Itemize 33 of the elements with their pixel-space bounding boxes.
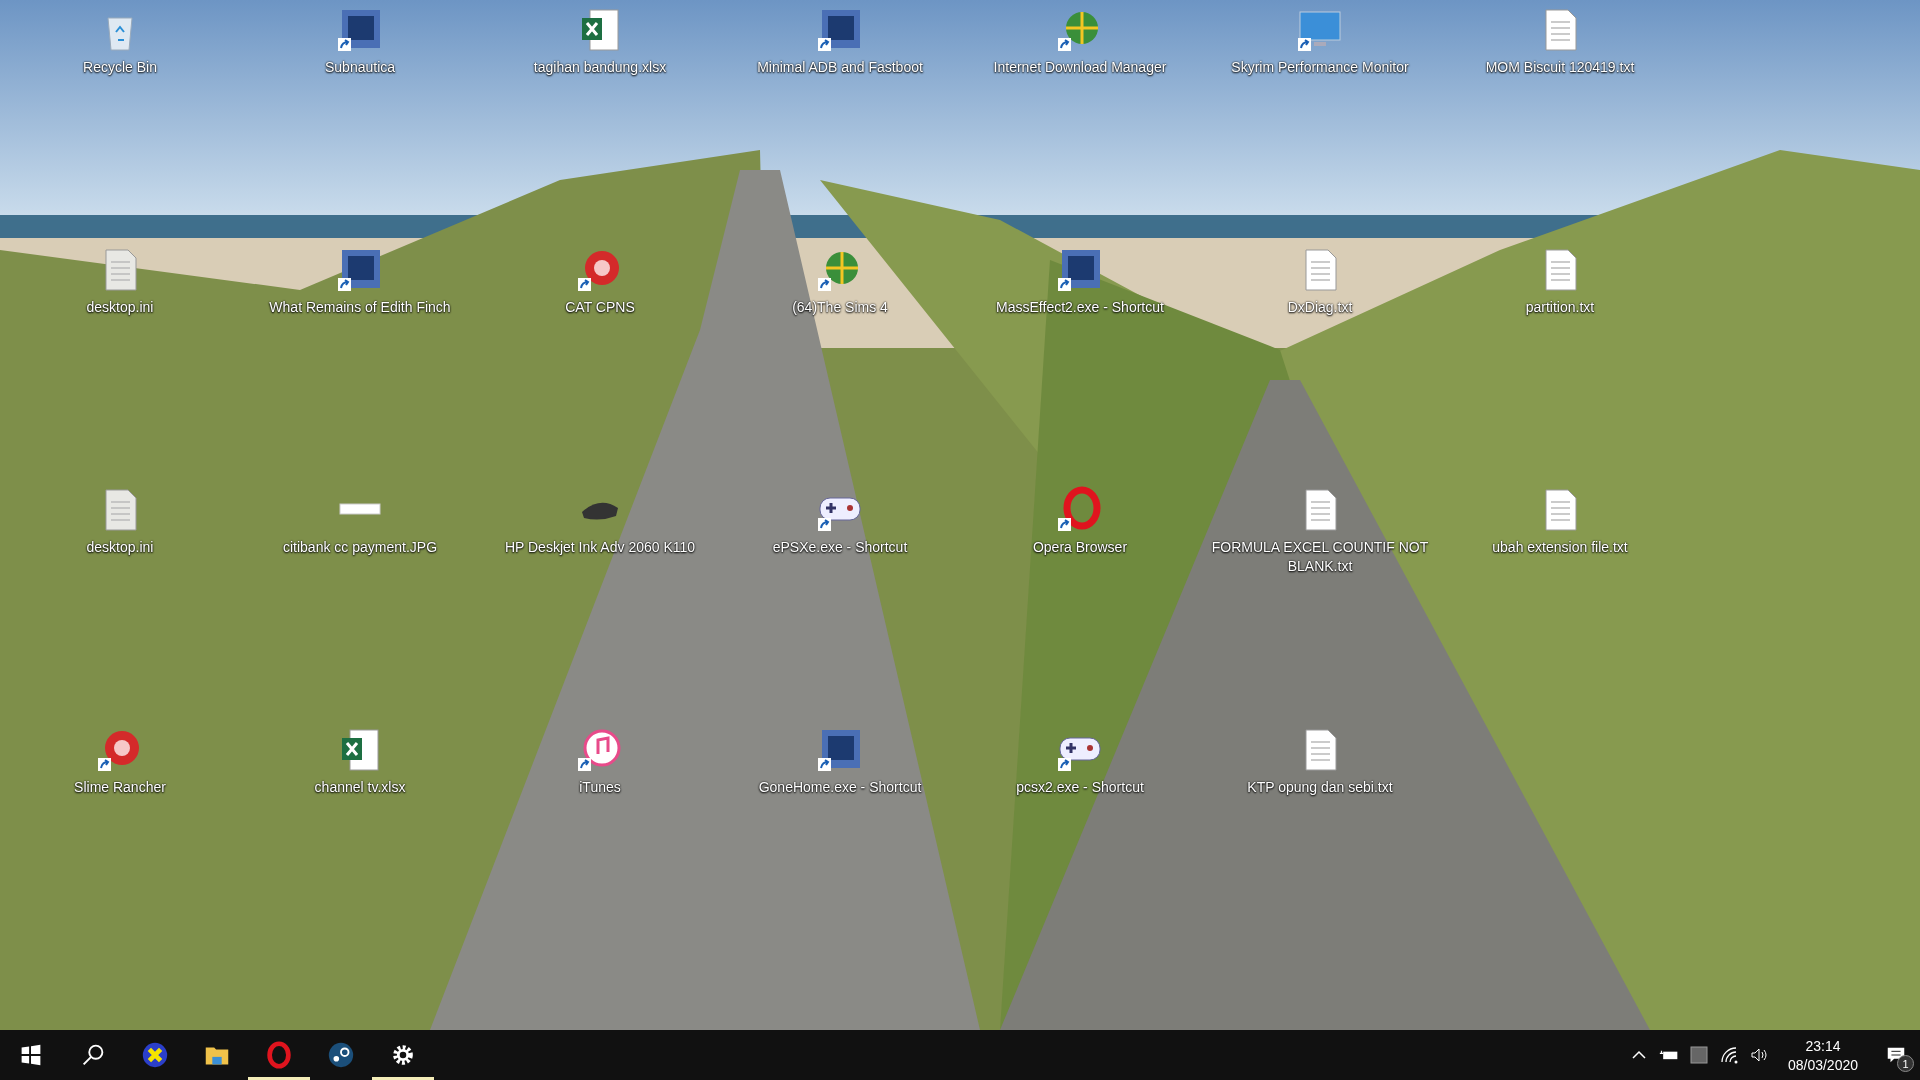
desktop-icon-label[interactable]: CAT CPNS bbox=[565, 298, 635, 317]
desktop-icon-label[interactable]: HP Deskjet Ink Adv 2060 K110 bbox=[504, 538, 696, 557]
desktop-icon-label[interactable]: desktop.ini bbox=[86, 298, 154, 317]
desktop-icon-label[interactable]: channel tv.xlsx bbox=[314, 778, 406, 797]
desktop-icon-label[interactable]: What Remains of Edith Finch bbox=[269, 298, 451, 317]
desktop-icon-label[interactable]: Recycle Bin bbox=[83, 58, 157, 77]
desktop-icon-label[interactable]: KTP opung dan sebi.txt bbox=[1247, 778, 1393, 797]
x-circle-icon bbox=[140, 1040, 170, 1070]
desktop-icon-label[interactable]: pcsx2.exe - Shortcut bbox=[1016, 778, 1144, 797]
desktop-icon-label[interactable]: desktop.ini bbox=[86, 538, 154, 557]
desktop-icon-label[interactable]: ePSXe.exe - Shortcut bbox=[772, 538, 908, 557]
notification-button[interactable]: 1 bbox=[1872, 1030, 1920, 1080]
desktop-icon-label[interactable]: MassEffect2.exe - Shortcut bbox=[996, 298, 1164, 317]
desktop-icon-label[interactable]: citibank cc payment.JPG bbox=[282, 538, 438, 557]
desktop-icon-label[interactable]: iTunes bbox=[579, 778, 621, 797]
app-tile-icon[interactable] bbox=[1688, 1045, 1709, 1065]
desktop-icon-label[interactable]: GoneHome.exe - Shortcut bbox=[758, 778, 922, 797]
notification-count-badge: 1 bbox=[1897, 1055, 1914, 1072]
desktop-icon-label[interactable]: FORMULA EXCEL COUNTIF NOT BLANK.txt bbox=[1210, 538, 1430, 576]
desktop-icon-label[interactable]: tagihan bandung.xlsx bbox=[533, 58, 667, 77]
desktop-icon-label[interactable]: ubah extension file.txt bbox=[1492, 538, 1628, 557]
desktop-icon-label[interactable]: Skyrim Performance Monitor bbox=[1231, 58, 1409, 77]
opera-o-icon bbox=[264, 1040, 294, 1070]
clock[interactable]: 23:14 08/03/2020 bbox=[1773, 1030, 1872, 1080]
wifi-icon[interactable] bbox=[1718, 1045, 1739, 1065]
desktop-icon-label[interactable]: Subnautica bbox=[324, 58, 396, 77]
steam-logo-icon bbox=[326, 1040, 356, 1070]
desktop-icon-label[interactable]: MOM Biscuit 120419.txt bbox=[1485, 58, 1635, 77]
desktop-icon-label[interactable]: Internet Download Manager bbox=[993, 58, 1167, 77]
desktop-icon-label[interactable]: Opera Browser bbox=[1032, 538, 1128, 557]
desktop-icon-label[interactable]: Slime Rancher bbox=[74, 778, 166, 797]
desktop-icon-label[interactable]: Minimal ADB and Fastboot bbox=[757, 58, 923, 77]
desktop-icon-label[interactable]: partition.txt bbox=[1525, 298, 1595, 317]
